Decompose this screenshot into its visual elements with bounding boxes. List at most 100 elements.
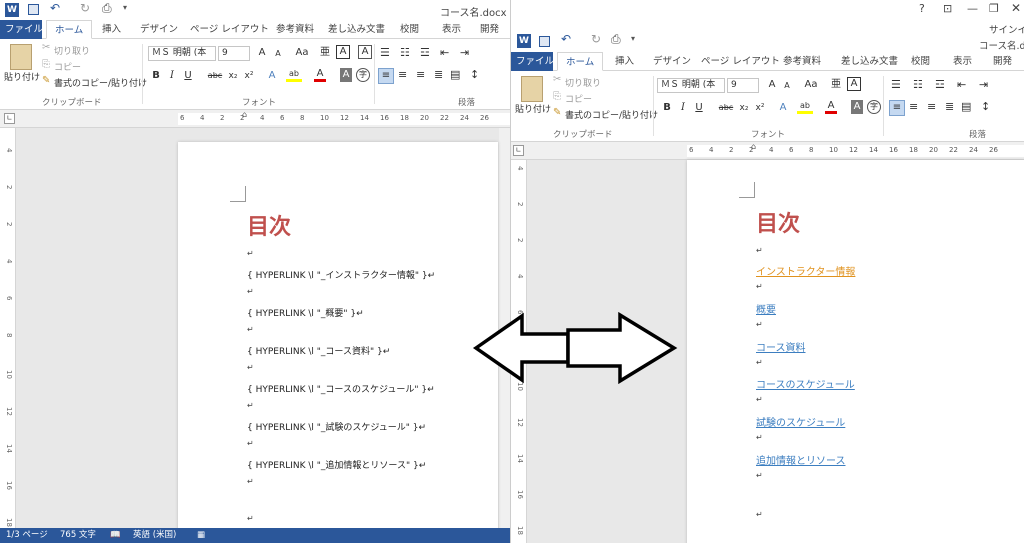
text-effects-button[interactable]: A xyxy=(266,68,278,84)
font-color-button[interactable]: A xyxy=(314,68,326,82)
grow-font-button[interactable]: A xyxy=(765,77,779,93)
numbering-icon[interactable]: ☷ xyxy=(913,78,923,91)
tab-developer[interactable]: 開発 xyxy=(985,52,1020,71)
toc-link-exam-schedule[interactable]: 試験のスケジュール xyxy=(756,414,845,429)
close-icon[interactable]: ✕ xyxy=(1011,1,1021,15)
print-preview-icon[interactable]: ⎙ xyxy=(102,1,112,16)
line-spacing-icon[interactable]: ↕ xyxy=(470,68,479,81)
highlight-button[interactable]: ab xyxy=(797,100,813,114)
hyperlink-field-code[interactable]: { HYPERLINK \l "_追加情報とリソース" }↵ xyxy=(247,458,426,471)
phonetic-guide-button[interactable]: 亜 xyxy=(829,77,843,93)
line-spacing-icon[interactable]: ↕ xyxy=(981,100,990,113)
format-painter-button[interactable]: 書式のコピー/貼り付け xyxy=(54,76,147,89)
cut-button[interactable]: 切り取り xyxy=(54,44,90,57)
tab-view[interactable]: 表示 xyxy=(434,20,469,39)
print-preview-icon[interactable]: ⎙ xyxy=(611,32,621,47)
help-icon[interactable]: ? xyxy=(919,2,925,15)
tab-review[interactable]: 校閲 xyxy=(903,52,938,71)
increase-indent-icon[interactable]: ⇥ xyxy=(460,46,469,59)
underline-button[interactable]: U xyxy=(693,100,705,116)
italic-button[interactable]: I xyxy=(677,100,689,116)
cut-button[interactable]: 切り取り xyxy=(565,76,601,89)
font-name-combo[interactable]: ＭＳ 明朝 (本 xyxy=(657,78,725,93)
tab-file[interactable]: ファイル xyxy=(0,20,43,39)
char-border-button[interactable]: A xyxy=(847,77,861,91)
hyperlink-field-code[interactable]: { HYPERLINK \l "_コースのスケジュール" }↵ xyxy=(247,382,435,395)
shrink-font-button[interactable]: A xyxy=(272,46,284,62)
copy-button[interactable]: コピー xyxy=(54,60,81,73)
char-shading-button[interactable]: A xyxy=(851,100,863,114)
justify-icon[interactable]: ≣ xyxy=(945,100,954,113)
tab-references[interactable]: 参考資料 xyxy=(268,20,322,39)
align-center-icon[interactable]: ≡ xyxy=(909,100,918,113)
qat-customize-icon[interactable]: ▾ xyxy=(123,3,127,12)
save-icon[interactable] xyxy=(28,4,39,15)
subscript-button[interactable]: x₂ xyxy=(737,100,751,116)
enclose-char-button[interactable]: 字 xyxy=(356,68,370,82)
font-size-combo[interactable]: 9 xyxy=(218,46,250,61)
tab-insert[interactable]: 挿入 xyxy=(94,20,129,39)
tab-home[interactable]: ホーム xyxy=(46,20,93,39)
save-icon[interactable] xyxy=(539,36,550,47)
tab-design[interactable]: デザイン xyxy=(132,20,186,39)
change-case-button[interactable]: Aa xyxy=(801,77,821,93)
distributed-icon[interactable]: ▤ xyxy=(450,68,460,81)
multilevel-list-icon[interactable]: ☲ xyxy=(420,46,430,59)
macro-record-icon[interactable]: ▦ xyxy=(197,528,205,543)
toc-link-instructor-info[interactable]: インストラクター情報 xyxy=(756,263,855,278)
tab-selector-icon[interactable]: ∟ xyxy=(513,145,524,156)
align-right-icon[interactable]: ≡ xyxy=(927,100,936,113)
bullets-icon[interactable]: ☰ xyxy=(891,78,901,91)
bold-button[interactable]: B xyxy=(661,100,673,116)
distributed-icon[interactable]: ▤ xyxy=(961,100,971,113)
multilevel-list-icon[interactable]: ☲ xyxy=(935,78,945,91)
tab-view[interactable]: 表示 xyxy=(945,52,980,71)
char-shading-button[interactable]: A xyxy=(340,68,352,82)
toc-link-overview[interactable]: 概要 xyxy=(756,301,776,316)
signin-link[interactable]: サインイン xyxy=(989,22,1024,36)
format-painter-button[interactable]: 書式のコピー/貼り付け xyxy=(565,108,658,121)
tab-design[interactable]: デザイン xyxy=(645,52,699,71)
tab-mailings[interactable]: 差し込み文書 xyxy=(320,20,393,39)
word-count[interactable]: 765 文字 xyxy=(60,528,96,543)
ribbon-display-icon[interactable]: ⊡ xyxy=(943,2,952,15)
numbering-icon[interactable]: ☷ xyxy=(400,46,410,59)
hyperlink-field-code[interactable]: { HYPERLINK \l "_概要" }↵ xyxy=(247,306,364,319)
enclose-char-button[interactable]: 字 xyxy=(867,100,881,114)
copy-button[interactable]: コピー xyxy=(565,92,592,105)
restore-icon[interactable]: ❐ xyxy=(989,2,999,15)
undo-icon[interactable]: ↶ xyxy=(50,1,60,15)
shrink-font-button[interactable]: A xyxy=(781,78,793,94)
paste-icon[interactable] xyxy=(521,76,543,102)
char-border-button[interactable]: A xyxy=(336,45,350,59)
text-effects-button[interactable]: A xyxy=(777,100,789,116)
toc-link-additional-resources[interactable]: 追加情報とリソース xyxy=(756,452,846,467)
clear-format-icon[interactable]: A xyxy=(358,45,372,59)
decrease-indent-icon[interactable]: ⇤ xyxy=(440,46,449,59)
toc-link-course-schedule[interactable]: コースのスケジュール xyxy=(756,376,855,391)
tab-home[interactable]: ホーム xyxy=(557,52,604,71)
align-center-icon[interactable]: ≡ xyxy=(398,68,407,81)
superscript-button[interactable]: x² xyxy=(753,100,767,116)
tab-review[interactable]: 校閲 xyxy=(392,20,427,39)
underline-button[interactable]: U xyxy=(182,68,194,84)
tab-references[interactable]: 参考資料 xyxy=(775,52,829,71)
hyperlink-field-code[interactable]: { HYPERLINK \l "_試験のスケジュール" }↵ xyxy=(247,420,426,433)
superscript-button[interactable]: x² xyxy=(242,68,256,84)
undo-icon[interactable]: ↶ xyxy=(561,32,571,46)
align-left-icon[interactable]: ≡ xyxy=(889,100,905,116)
font-size-combo[interactable]: 9 xyxy=(727,78,759,93)
tab-page-layout[interactable]: ページ レイアウト xyxy=(182,20,277,39)
redo-icon[interactable]: ↻ xyxy=(591,32,601,46)
paste-icon[interactable] xyxy=(10,44,32,70)
decrease-indent-icon[interactable]: ⇤ xyxy=(957,78,966,91)
font-color-button[interactable]: A xyxy=(825,100,837,114)
phonetic-guide-button[interactable]: 亜 xyxy=(318,45,332,61)
justify-icon[interactable]: ≣ xyxy=(434,68,443,81)
font-name-combo[interactable]: ＭＳ 明朝 (本 xyxy=(148,46,216,61)
hyperlink-field-code[interactable]: { HYPERLINK \l "_コース資料" }↵ xyxy=(247,344,390,357)
highlight-button[interactable]: ab xyxy=(286,68,302,82)
bold-button[interactable]: B xyxy=(150,68,162,84)
page-count[interactable]: 1/3 ページ xyxy=(6,528,48,543)
paste-button[interactable]: 貼り付け xyxy=(4,70,40,83)
